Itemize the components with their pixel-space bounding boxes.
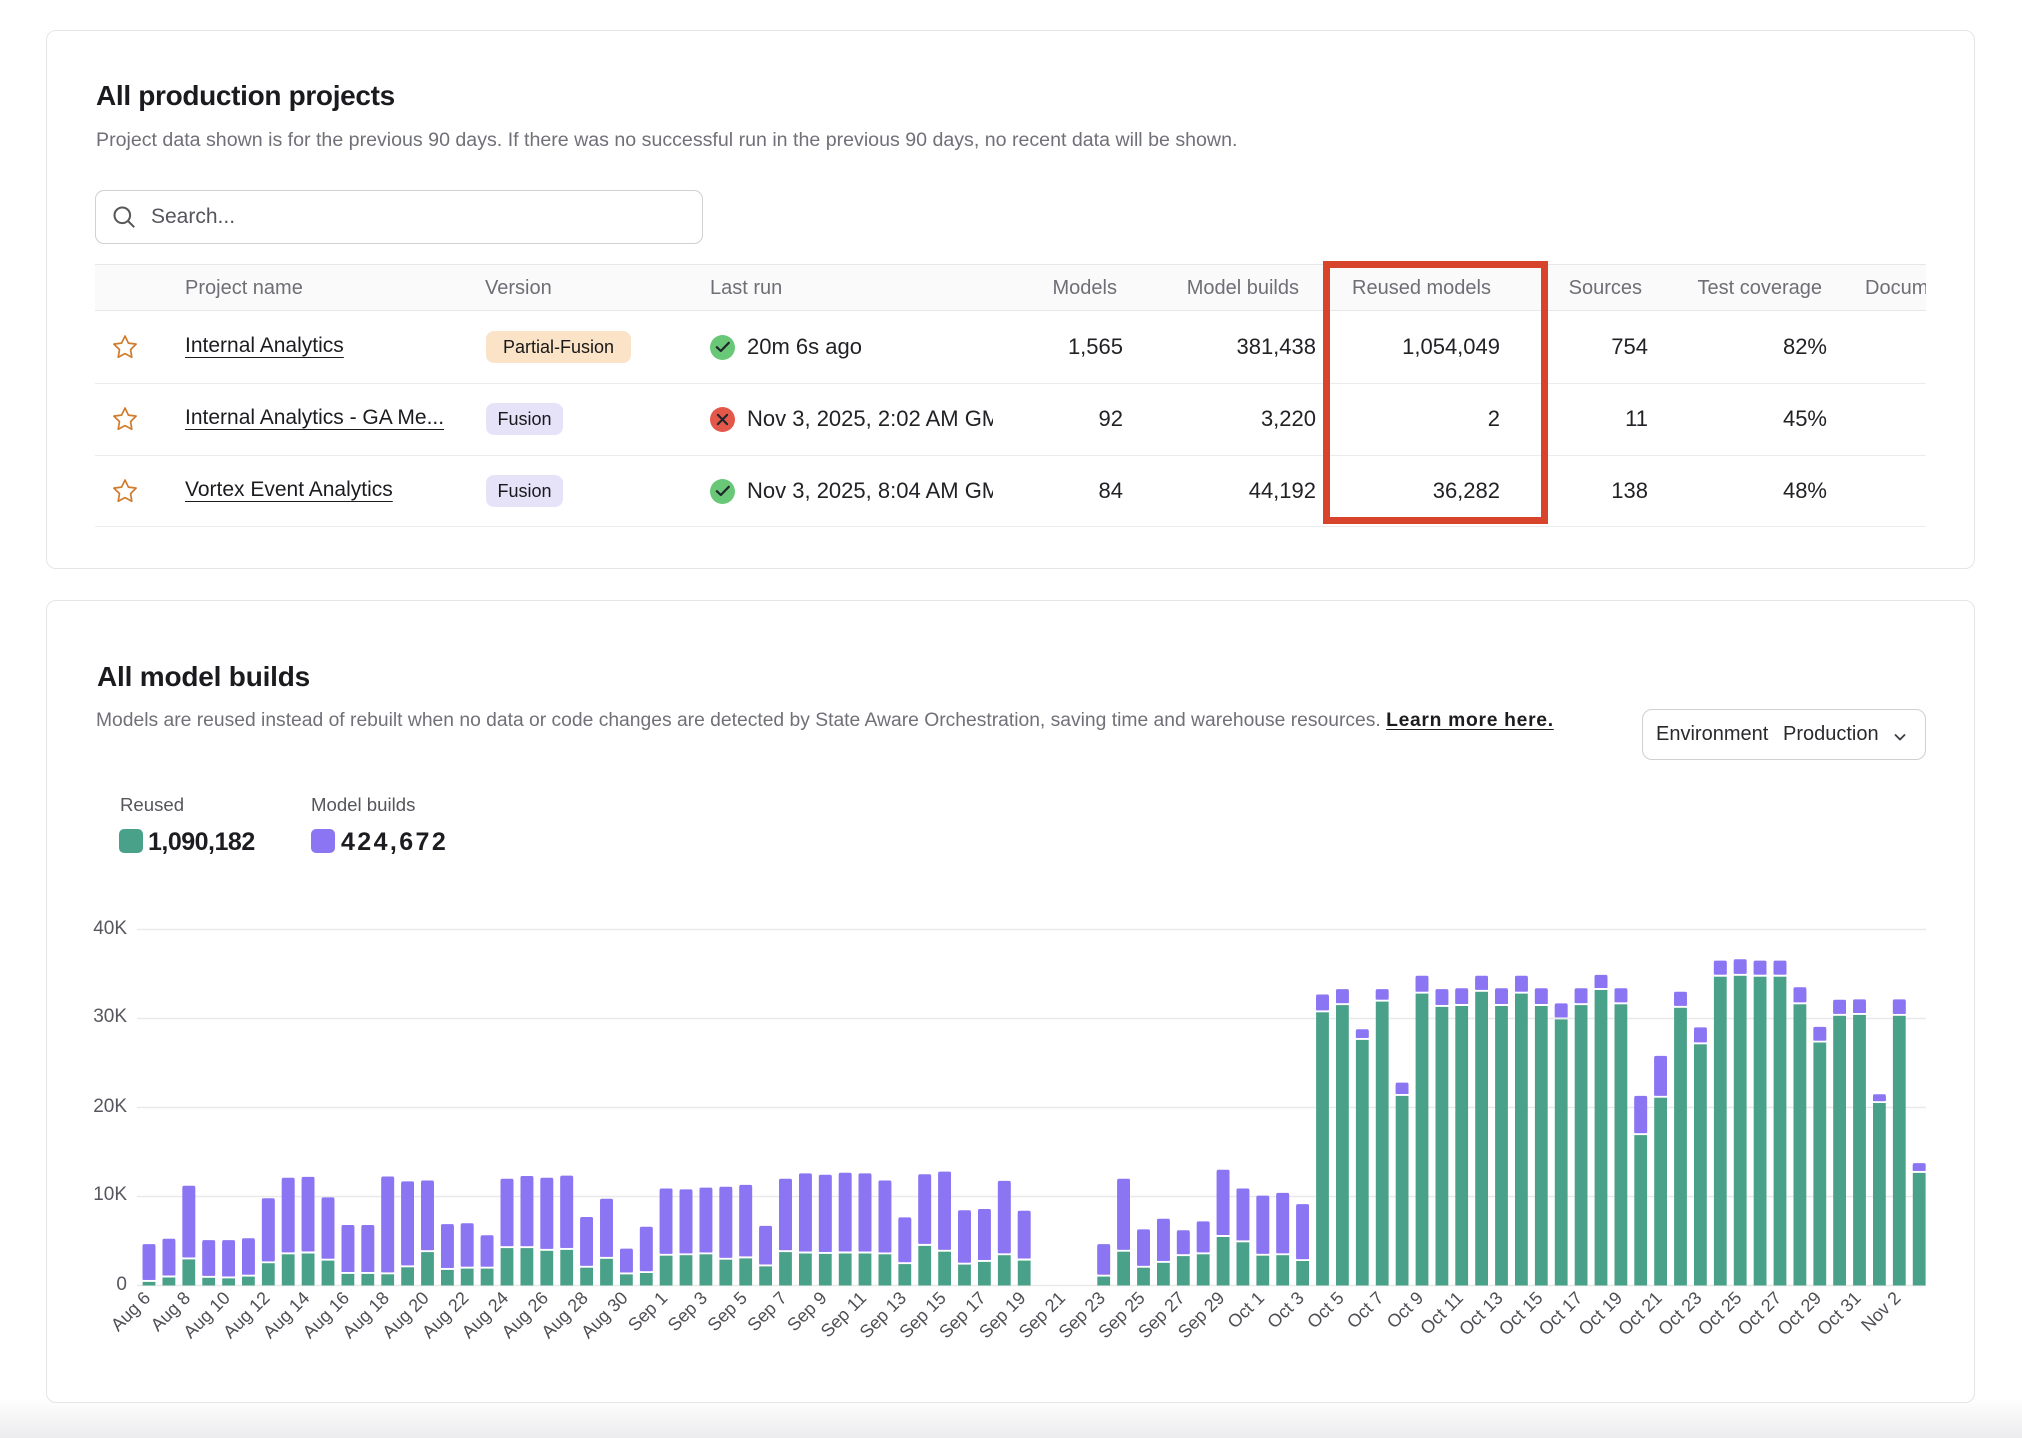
svg-text:Oct 31: Oct 31 <box>1813 1288 1865 1340</box>
svg-text:Oct 25: Oct 25 <box>1694 1288 1746 1340</box>
svg-text:Oct 5: Oct 5 <box>1303 1288 1348 1333</box>
svg-text:Sep 3: Sep 3 <box>664 1288 711 1335</box>
svg-text:Sep 7: Sep 7 <box>743 1288 790 1335</box>
svg-text:Sep 5: Sep 5 <box>704 1288 751 1335</box>
svg-text:Sep 1: Sep 1 <box>624 1288 671 1335</box>
svg-text:Oct 21: Oct 21 <box>1614 1288 1666 1340</box>
svg-text:Nov 2: Nov 2 <box>1857 1288 1904 1335</box>
svg-text:Oct 19: Oct 19 <box>1575 1288 1627 1340</box>
svg-text:Oct 29: Oct 29 <box>1773 1288 1825 1340</box>
svg-text:Oct 17: Oct 17 <box>1535 1288 1587 1340</box>
svg-text:Oct 13: Oct 13 <box>1455 1288 1507 1340</box>
svg-text:Oct 1: Oct 1 <box>1224 1288 1269 1333</box>
svg-text:Oct 27: Oct 27 <box>1734 1288 1786 1340</box>
svg-text:Oct 15: Oct 15 <box>1495 1288 1547 1340</box>
svg-text:Oct 23: Oct 23 <box>1654 1288 1706 1340</box>
svg-text:Aug 6: Aug 6 <box>107 1288 154 1335</box>
svg-text:Oct 7: Oct 7 <box>1343 1288 1388 1333</box>
svg-text:Oct 3: Oct 3 <box>1263 1288 1308 1333</box>
